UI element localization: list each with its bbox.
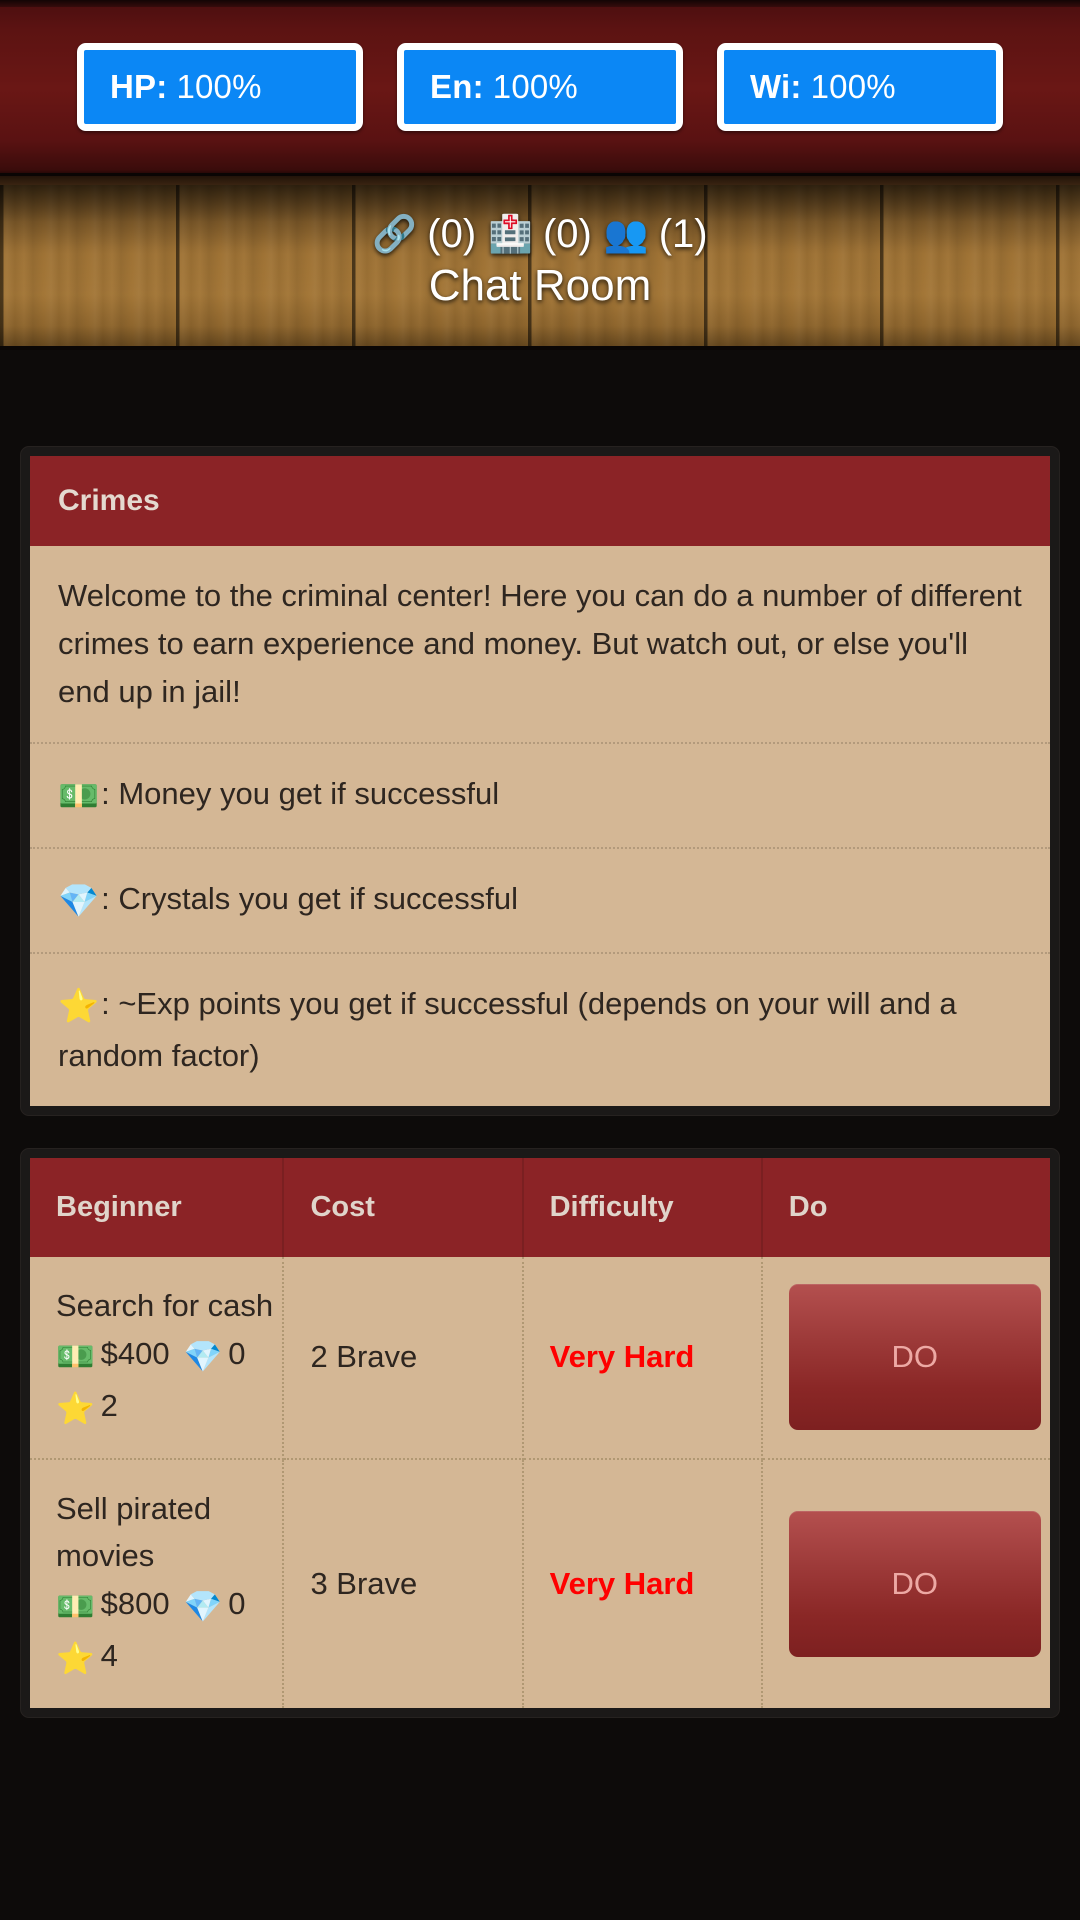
column-header-cost[interactable]: Cost — [283, 1157, 524, 1257]
crime-name-cell: Search for cash 💵 $400 💎 0 ⭐ 2 — [30, 1256, 285, 1461]
hospital-counter[interactable]: 🏥 (0) — [488, 212, 592, 257]
star-icon: ⭐ — [58, 987, 100, 1025]
crimes-table: Beginner Cost Difficulty Do Search for c… — [30, 1157, 1050, 1709]
column-header-do[interactable]: Do — [761, 1157, 1050, 1257]
crimes-table-body: Search for cash 💵 $400 💎 0 ⭐ 2 2 Brave Very … — [30, 1256, 1050, 1709]
crime-cost-cell: 3 Brave — [283, 1459, 524, 1709]
hp-stat-value: 100% — [176, 67, 262, 105]
wood-header: 🔗 (0) 🏥 (0) 👥 (1) Chat Room — [0, 176, 1080, 350]
crystal-icon: 💎 — [183, 1339, 223, 1375]
star-icon: ⭐ — [56, 1390, 95, 1426]
money-icon: 💵 — [58, 777, 100, 815]
table-row: Sell pirated movies 💵 $800 💎 0 ⭐ 4 3 Brave V… — [30, 1459, 1050, 1709]
money-icon: 💵 — [56, 1339, 95, 1375]
crime-difficulty-cell: Very Hard — [522, 1256, 763, 1461]
crimes-info-panel: Crimes Welcome to the criminal center! H… — [20, 446, 1060, 1116]
table-row: Search for cash 💵 $400 💎 0 ⭐ 2 2 Brave Very … — [30, 1256, 1050, 1461]
crime-exp: 4 — [100, 1637, 118, 1673]
crimes-panel-body: Welcome to the criminal center! Here you… — [30, 546, 1050, 1106]
crime-rewards: 💵 $800 💎 0 — [56, 1581, 282, 1631]
crime-name: Sell pirated movies — [56, 1491, 212, 1573]
hp-stat-key: HP: — [110, 67, 168, 105]
money-icon: 💵 — [56, 1589, 95, 1625]
crimes-table-panel: Beginner Cost Difficulty Do Search for c… — [20, 1147, 1060, 1719]
crime-rewards: 💵 $400 💎 0 — [56, 1331, 282, 1381]
online-count: (1) — [658, 211, 708, 256]
column-header-name[interactable]: Beginner — [30, 1157, 285, 1257]
will-stat-value: 100% — [810, 67, 896, 105]
online-counter[interactable]: 👥 (1) — [604, 212, 708, 257]
hospital-count: (0) — [542, 211, 592, 256]
chat-room-link[interactable]: Chat Room — [429, 261, 652, 311]
crimes-intro-text: Welcome to the criminal center! Here you… — [30, 546, 1050, 745]
will-stat-key: Wi: — [750, 67, 802, 105]
panel-spacer — [20, 1116, 1060, 1148]
page-body: Crimes Welcome to the criminal center! H… — [0, 350, 1080, 1719]
handcuffs-icon: 🔗 — [372, 213, 418, 254]
legend-crystals-text: : Crystals you get if successful — [101, 881, 519, 917]
crime-do-cell: DO — [761, 1256, 1050, 1461]
legend-row-exp: ⭐: ~Exp points you get if successful (de… — [30, 954, 1050, 1105]
hospital-icon: 🏥 — [488, 213, 533, 254]
crime-do-cell: DO — [761, 1459, 1050, 1709]
table-header-row: Beginner Cost Difficulty Do — [30, 1157, 1050, 1257]
crime-money: $400 — [100, 1336, 170, 1372]
energy-stat-value: 100% — [492, 67, 578, 105]
status-bar: HP: 100% En: 100% Wi: 100% — [0, 0, 1080, 176]
crystal-icon: 💎 — [58, 882, 100, 920]
crime-difficulty-cell: Very Hard — [522, 1459, 763, 1709]
energy-stat-key: En: — [430, 67, 484, 105]
top-spacer — [20, 350, 1060, 446]
crime-cost-cell: 2 Brave — [283, 1256, 524, 1461]
column-header-difficulty[interactable]: Difficulty — [522, 1157, 763, 1257]
crime-money: $800 — [100, 1586, 170, 1622]
crime-crystals: 0 — [228, 1586, 246, 1622]
crime-exp-line: ⭐ 4 — [56, 1633, 282, 1683]
legend-row-crystals: 💎: Crystals you get if successful — [30, 849, 1050, 955]
crime-name: Search for cash — [56, 1287, 274, 1323]
crystal-icon: 💎 — [183, 1589, 223, 1625]
do-button[interactable]: DO — [788, 1511, 1041, 1658]
difficulty-label: Very Hard — [549, 1339, 695, 1375]
crime-crystals: 0 — [228, 1336, 246, 1372]
energy-stat-pill[interactable]: En: 100% — [397, 42, 683, 131]
legend-row-money: 💵: Money you get if successful — [30, 744, 1050, 850]
jail-counter[interactable]: 🔗 (0) — [372, 212, 476, 257]
will-stat-pill[interactable]: Wi: 100% — [717, 42, 1003, 131]
star-icon: ⭐ — [56, 1640, 95, 1676]
crime-exp: 2 — [100, 1387, 118, 1423]
do-button[interactable]: DO — [788, 1284, 1041, 1431]
jail-count: (0) — [427, 211, 477, 256]
crimes-panel-title: Crimes — [30, 456, 1050, 546]
hp-stat-pill[interactable]: HP: 100% — [77, 42, 363, 131]
counter-row: 🔗 (0) 🏥 (0) 👥 (1) — [372, 212, 707, 257]
crime-exp-line: ⭐ 2 — [56, 1383, 282, 1433]
difficulty-label: Very Hard — [549, 1565, 695, 1601]
people-icon: 👥 — [603, 213, 649, 254]
legend-exp-text: : ~Exp points you get if successful (dep… — [58, 986, 957, 1073]
crime-name-cell: Sell pirated movies 💵 $800 💎 0 ⭐ 4 — [30, 1459, 285, 1709]
legend-money-text: : Money you get if successful — [101, 776, 500, 812]
crimes-table-head: Beginner Cost Difficulty Do — [30, 1157, 1050, 1257]
